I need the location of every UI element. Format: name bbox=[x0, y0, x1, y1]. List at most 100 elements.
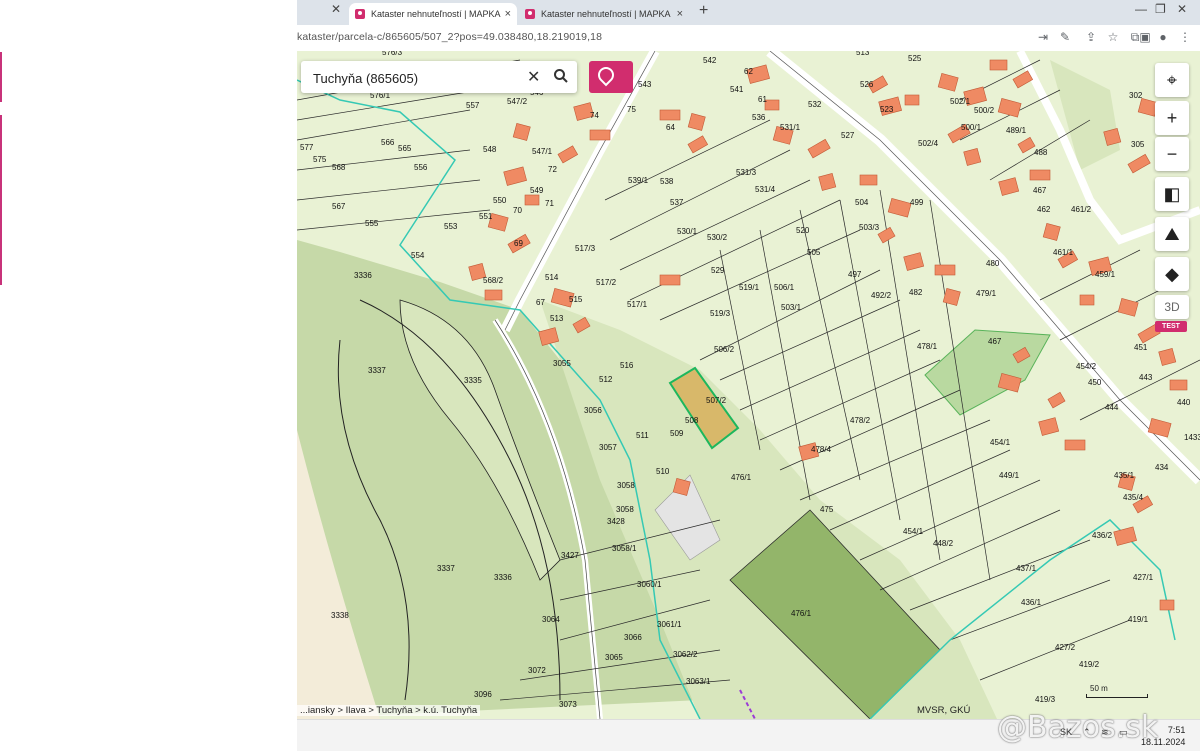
search-icon[interactable] bbox=[553, 68, 569, 84]
parcel-label[interactable]: 547/2 bbox=[507, 97, 528, 106]
parcel-label[interactable]: 507/2 bbox=[706, 396, 727, 405]
my-location-button[interactable]: ⌖ bbox=[1155, 63, 1189, 97]
parcel-label[interactable]: 71 bbox=[545, 199, 554, 208]
parcel-label[interactable]: 72 bbox=[548, 165, 557, 174]
menu-kebab-icon[interactable]: ⋮ bbox=[1177, 29, 1193, 45]
parcel-label[interactable]: 451 bbox=[1134, 343, 1148, 352]
parcel-label[interactable]: 461/1 bbox=[1053, 248, 1074, 257]
parcel-label[interactable]: 515 bbox=[569, 295, 583, 304]
minimize-button[interactable]: — bbox=[1135, 2, 1147, 16]
parcel-label[interactable]: 437/1 bbox=[1016, 564, 1037, 573]
parcel-label[interactable]: 75 bbox=[627, 105, 636, 114]
zoom-out-button[interactable]: − bbox=[1155, 137, 1189, 171]
parcel-label[interactable]: 489/1 bbox=[1006, 126, 1027, 135]
parcel-label[interactable]: 3058 bbox=[617, 481, 635, 490]
parcel-label[interactable]: 505 bbox=[807, 248, 821, 257]
parcel-label[interactable]: 510 bbox=[656, 467, 670, 476]
parcel-label[interactable]: 530/2 bbox=[707, 233, 728, 242]
parcel-label[interactable]: 479/1 bbox=[976, 289, 997, 298]
parcel-label[interactable]: 482 bbox=[909, 288, 923, 297]
share-icon[interactable]: ⇪ bbox=[1083, 29, 1099, 45]
parcel-label[interactable]: 525 bbox=[908, 54, 922, 63]
parcel-label[interactable]: 476/1 bbox=[791, 609, 812, 618]
parcel-label[interactable]: 478/1 bbox=[917, 342, 938, 351]
parcel-label[interactable]: 532 bbox=[808, 100, 822, 109]
parcel-label[interactable]: 449/1 bbox=[999, 471, 1020, 480]
tab-overflow-close[interactable]: ✕ bbox=[331, 2, 341, 16]
wifi-icon[interactable]: ≋ bbox=[1101, 727, 1109, 738]
tab-kataster-2[interactable]: Kataster nehnuteľností | MAPKA × bbox=[519, 3, 689, 25]
parcel-label[interactable]: 419/3 bbox=[1035, 695, 1056, 704]
three-d-button[interactable]: 3D bbox=[1155, 295, 1189, 319]
zoom-in-button[interactable]: + bbox=[1155, 101, 1189, 135]
profile-avatar-icon[interactable]: ● bbox=[1155, 29, 1171, 45]
parcel-label[interactable]: 530/1 bbox=[677, 227, 698, 236]
parcel-label[interactable]: 3336 bbox=[354, 271, 372, 280]
tab-close-icon[interactable]: × bbox=[677, 8, 683, 20]
parcel-label[interactable]: 509 bbox=[670, 429, 684, 438]
location-pin-button[interactable] bbox=[589, 61, 633, 93]
parcel-label[interactable]: 568/2 bbox=[483, 276, 504, 285]
parcel-label[interactable]: 568 bbox=[332, 163, 346, 172]
parcel-label[interactable]: 3427 bbox=[561, 551, 579, 560]
parcel-label[interactable]: 435/4 bbox=[1123, 493, 1144, 502]
parcel-label[interactable]: 3428 bbox=[607, 517, 625, 526]
parcel-label[interactable]: 526 bbox=[860, 80, 874, 89]
search-input[interactable] bbox=[311, 67, 515, 89]
parcel-label[interactable]: 575 bbox=[313, 155, 327, 164]
location-search-box[interactable]: ✕ bbox=[301, 61, 577, 93]
parcel-label[interactable]: 556 bbox=[414, 163, 428, 172]
parcel-label[interactable]: 543 bbox=[638, 80, 652, 89]
parcel-label[interactable]: 517/1 bbox=[627, 300, 648, 309]
parcel-label[interactable]: 3055 bbox=[553, 359, 571, 368]
parcel-label[interactable]: 551 bbox=[479, 212, 493, 221]
parcel-label[interactable]: 519/3 bbox=[710, 309, 731, 318]
parcel-label[interactable]: 554 bbox=[411, 251, 425, 260]
parcel-label[interactable]: 467 bbox=[1033, 186, 1047, 195]
parcel-label[interactable]: 454/2 bbox=[1076, 362, 1097, 371]
parcel-label[interactable]: 427/2 bbox=[1055, 643, 1076, 652]
parcel-label[interactable]: 555 bbox=[365, 219, 379, 228]
parcel-label[interactable]: 536 bbox=[752, 113, 766, 122]
parcel-label[interactable]: 542 bbox=[703, 56, 717, 65]
split-view-button[interactable]: ◧ bbox=[1155, 177, 1189, 211]
parcel-label[interactable]: 3057 bbox=[599, 443, 617, 452]
parcel-label[interactable]: 517/3 bbox=[575, 244, 596, 253]
url-text[interactable]: kataster/parcela-c/865605/507_2?pos=49.0… bbox=[297, 31, 602, 43]
parcel-label[interactable]: 3056 bbox=[584, 406, 602, 415]
parcel-label[interactable]: 553 bbox=[444, 222, 458, 231]
parcel-label[interactable]: 3338 bbox=[331, 611, 349, 620]
parcel-label[interactable]: 475 bbox=[820, 505, 834, 514]
parcel-label[interactable]: 419/1 bbox=[1128, 615, 1149, 624]
parcel-label[interactable]: 492/2 bbox=[871, 291, 892, 300]
parcel-label[interactable]: 557 bbox=[466, 101, 480, 110]
parcel-label[interactable]: 500/1 bbox=[961, 123, 982, 132]
parcel-label[interactable]: 531/1 bbox=[780, 123, 801, 132]
parcel-label[interactable]: 538 bbox=[660, 177, 674, 186]
parcel-label[interactable]: 427/1 bbox=[1133, 573, 1154, 582]
parcel-label[interactable]: 435/1 bbox=[1114, 471, 1135, 480]
parcel-label[interactable]: 520 bbox=[796, 226, 810, 235]
parcel-label[interactable]: 512 bbox=[599, 375, 613, 384]
parcel-label[interactable]: 548 bbox=[483, 145, 497, 154]
parcel-label[interactable]: 497 bbox=[848, 270, 862, 279]
install-app-icon[interactable]: ⇥ bbox=[1035, 29, 1051, 45]
parcel-label[interactable]: 503/1 bbox=[781, 303, 802, 312]
tab-kataster-1[interactable]: Kataster nehnuteľností | MAPKA × bbox=[349, 3, 517, 25]
parcel-label[interactable]: 448/2 bbox=[933, 539, 954, 548]
address-bar[interactable]: kataster/parcela-c/865605/507_2?pos=49.0… bbox=[297, 25, 1200, 52]
parcel-label[interactable]: 499 bbox=[910, 198, 924, 207]
system-clock[interactable]: 7:51 18.11.2024 bbox=[1141, 724, 1185, 748]
parcel-label[interactable]: 523 bbox=[880, 105, 894, 114]
translate-icon[interactable]: ✎ bbox=[1057, 29, 1073, 45]
parcel-label[interactable]: 531/3 bbox=[736, 168, 757, 177]
parcel-label[interactable]: 434 bbox=[1155, 463, 1169, 472]
parcel-label[interactable]: 511 bbox=[636, 431, 649, 440]
layers-button[interactable]: ◆ bbox=[1155, 257, 1189, 291]
parcel-label[interactable]: 506/2 bbox=[714, 345, 735, 354]
parcel-label[interactable]: 3064 bbox=[542, 615, 560, 624]
clear-search-icon[interactable]: ✕ bbox=[527, 67, 540, 87]
parcel-label[interactable]: 476/1 bbox=[731, 473, 752, 482]
parcel-label[interactable]: 3072 bbox=[528, 666, 546, 675]
parcel-label[interactable]: 516 bbox=[620, 361, 634, 370]
